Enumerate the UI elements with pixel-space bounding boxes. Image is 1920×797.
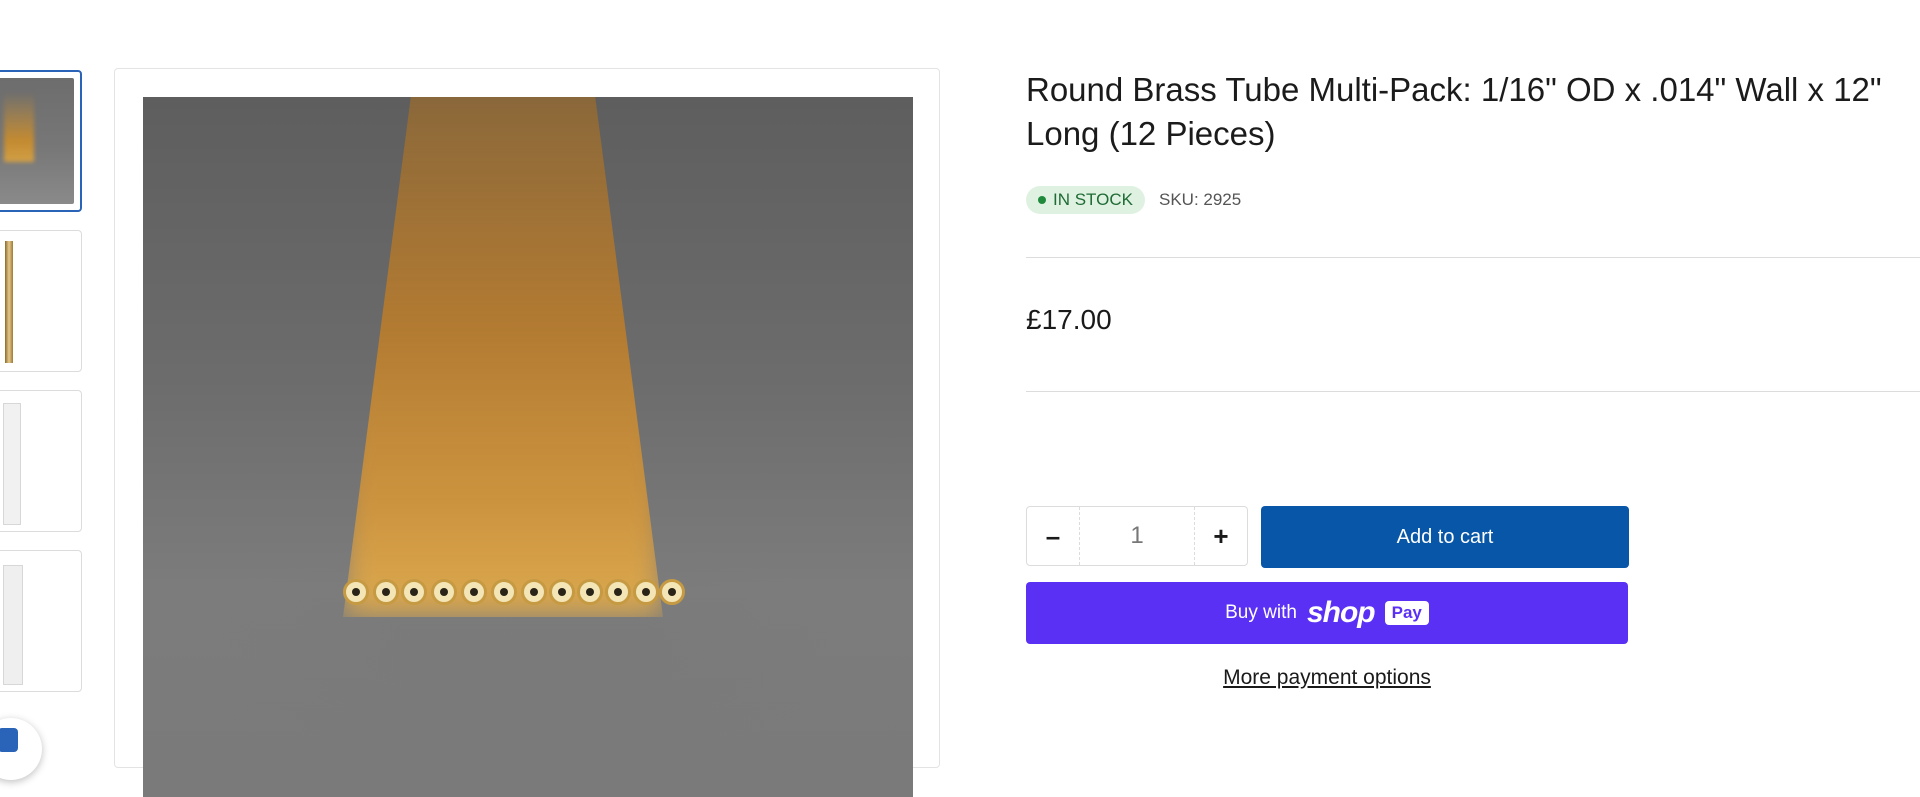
product-price: £17.00	[1026, 304, 1112, 335]
buy-with-label: Buy with	[1225, 602, 1297, 623]
decrement-button[interactable]: –	[1027, 507, 1079, 565]
floating-reward-button[interactable]	[0, 718, 42, 780]
more-payment-options-link[interactable]: More payment options	[1026, 666, 1628, 690]
brass-tube-ends	[343, 579, 703, 613]
tube-end	[577, 579, 603, 605]
tube-end	[343, 579, 369, 605]
shop-pay-button[interactable]: Buy with shop Pay	[1026, 582, 1628, 644]
product-meta: IN STOCK SKU: 2925	[1026, 186, 1241, 214]
product-photo[interactable]	[143, 97, 913, 797]
thumbnail-image	[0, 397, 75, 525]
tube-end	[605, 579, 631, 605]
divider	[1026, 257, 1920, 258]
tube-end	[401, 579, 427, 605]
divider	[1026, 391, 1920, 392]
product-info: Round Brass Tube Multi-Pack: 1/16" OD x …	[1026, 68, 1920, 689]
tube-end	[373, 579, 399, 605]
shop-logo: shop	[1306, 596, 1376, 629]
tube-end	[491, 579, 517, 605]
stock-dot-icon	[1038, 196, 1046, 204]
add-to-cart-button[interactable]: Add to cart	[1261, 506, 1629, 568]
brass-tubes-blur	[343, 97, 663, 617]
tube-end	[521, 579, 547, 605]
thumbnail-image	[0, 78, 74, 204]
tube-end	[431, 579, 457, 605]
thumbnail-3[interactable]	[0, 390, 82, 532]
tube-end	[659, 579, 685, 605]
quantity-stepper: – +	[1026, 506, 1248, 566]
thumbnail-image	[0, 237, 75, 365]
gift-icon	[0, 728, 18, 752]
stock-badge: IN STOCK	[1026, 186, 1145, 214]
pay-badge: Pay	[1384, 601, 1429, 625]
stock-label: IN STOCK	[1053, 190, 1133, 209]
main-image-frame	[114, 68, 940, 797]
tube-end	[633, 579, 659, 605]
thumbnail-2[interactable]	[0, 230, 82, 372]
product-title: Round Brass Tube Multi-Pack: 1/16" OD x …	[1026, 71, 1882, 152]
tube-end	[549, 579, 575, 605]
sku-label: SKU: 2925	[1158, 190, 1242, 209]
thumbnail-1[interactable]	[0, 70, 82, 212]
thumbnail-image	[0, 557, 75, 685]
thumbnail-4[interactable]	[0, 550, 82, 692]
increment-button[interactable]: +	[1195, 507, 1247, 565]
quantity-input[interactable]	[1079, 507, 1195, 565]
tube-end	[461, 579, 487, 605]
